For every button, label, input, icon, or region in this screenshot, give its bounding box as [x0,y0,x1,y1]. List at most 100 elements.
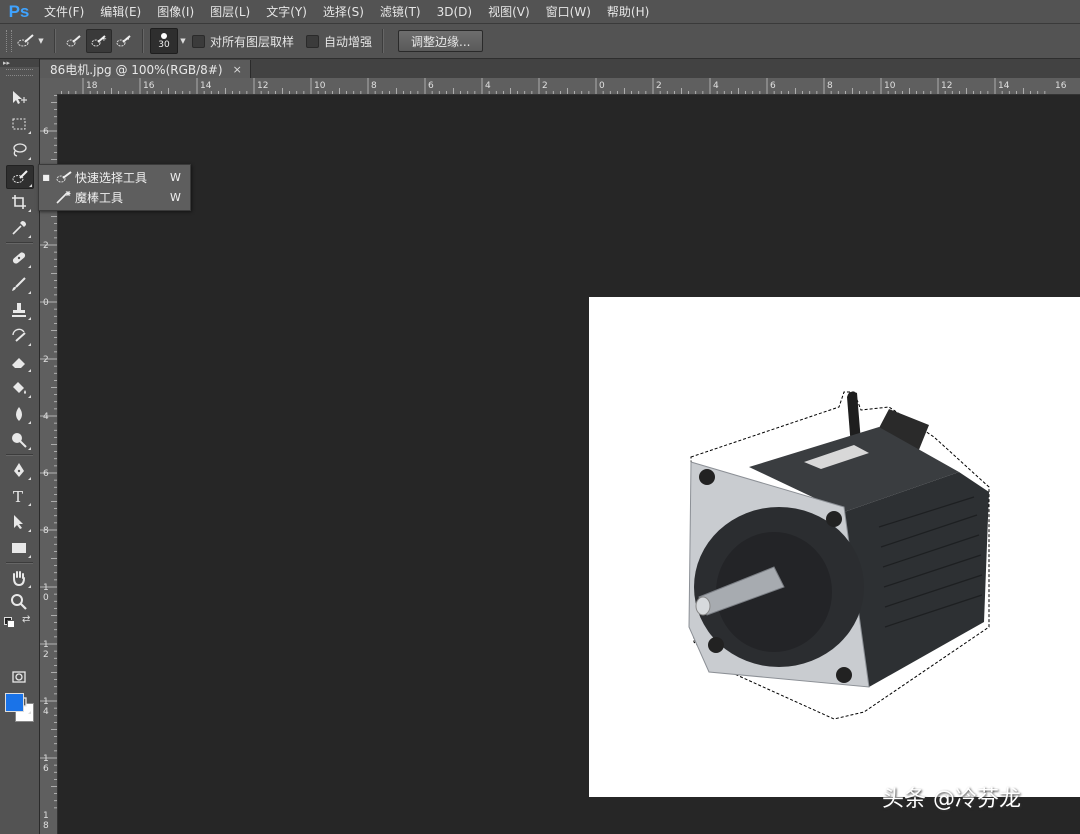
brush-picker-arrow-icon[interactable]: ▼ [178,29,188,53]
horizontal-ruler-ticks: 18 16 14 12 10 8 6 4 2 0 2 4 6 8 10 12 14 16 [61,78,1067,94]
zoom-tool[interactable] [6,591,32,613]
tools-grip[interactable] [6,69,33,76]
ruler-left-label: 0 [43,593,49,603]
ruler-top-label: 6 [770,81,776,91]
ruler-left-label: 1 [43,640,49,650]
paint-bucket-tool[interactable] [6,377,32,399]
quick-selection-tool[interactable] [6,165,34,189]
menu-type[interactable]: 文字(Y) [258,3,315,20]
flyout-label: 快速选择工具 [75,170,148,185]
ruler-top-label: 10 [314,81,326,91]
flyout-shortcut: W [170,190,181,204]
panel-collapse-icon[interactable]: ▸▸ [0,59,39,67]
divider [54,29,56,53]
brush-new-icon [66,35,81,47]
ruler-top-label: 8 [827,81,833,91]
auto-enhance-checkbox[interactable] [306,34,320,48]
ruler-top-label: 10 [884,81,896,91]
magic-wand-icon [56,191,71,204]
menu-window[interactable]: 窗口(W) [538,3,599,20]
zoom-icon [11,594,27,610]
menu-edit[interactable]: 编辑(E) [92,3,149,20]
menu-file[interactable]: 文件(F) [36,3,92,20]
ruler-left-label: 4 [43,412,49,422]
ruler-top-label: 2 [656,81,662,91]
menu-view[interactable]: 视图(V) [480,3,538,20]
options-bar: ▼ + 30 ▼ 对所有图层取样 自动增强 调整边缘... [0,24,1080,59]
quick-selection-icon [17,34,34,47]
blur-tool[interactable] [6,403,32,425]
ruler-left-label: 1 [43,583,49,593]
dodge-icon [12,433,27,448]
arrow-select-icon [14,515,23,529]
divider [142,29,144,53]
menu-image[interactable]: 图像(I) [149,3,202,20]
clone-stamp-tool[interactable] [6,299,32,321]
move-tool[interactable] [6,87,32,109]
ruler-left-label: 1 [43,697,49,707]
eraser-icon [12,358,25,368]
stepper-motor-image [688,391,990,720]
menu-layer[interactable]: 图层(L) [202,3,258,20]
tool-preset-picker[interactable]: ▼ [12,30,48,52]
swap-colors-icon[interactable]: ⇄ [22,614,30,625]
default-colors-icon[interactable] [4,617,15,628]
crop-tool[interactable] [6,191,32,213]
sample-all-layers-checkbox[interactable] [192,34,205,48]
menu-3d[interactable]: 3D(D) [429,5,480,19]
brush-subtract-icon [116,35,131,47]
foreground-color-swatch[interactable] [5,693,24,712]
eyedropper-icon [12,221,26,235]
ruler-left-label: 2 [43,241,49,251]
menu-select[interactable]: 选择(S) [315,3,372,20]
svg-text:+: + [101,35,107,43]
document-tab[interactable]: 86电机.jpg @ 100%(RGB/8#) × [40,60,251,78]
type-icon: T [13,488,23,505]
hand-icon [13,571,25,587]
flyout-item-quick-selection[interactable]: ■ 快速选择工具 W [39,167,190,187]
history-brush-tool[interactable] [6,325,32,347]
document-canvas[interactable] [589,297,1080,797]
quick-mask-button[interactable] [6,666,32,688]
dodge-tool[interactable] [6,429,32,451]
brush-icon [12,277,26,291]
ruler-left-label: 8 [43,526,49,536]
lasso-tool[interactable] [6,139,32,161]
sample-all-layers-label: 对所有图层取样 [210,34,295,49]
marquee-tool[interactable] [6,113,32,135]
horizontal-ruler[interactable]: 18 16 14 12 10 8 6 4 2 0 2 4 6 8 10 12 14 16 [57,78,1080,95]
healing-brush-tool[interactable] [6,247,32,269]
add-to-selection-button[interactable]: + [86,29,112,53]
eyedropper-tool[interactable] [6,217,32,239]
refine-edge-button[interactable]: 调整边缘... [398,30,484,52]
brush-add-icon: + [91,35,107,47]
brush-tool[interactable] [6,273,32,295]
paint-bucket-icon [13,382,26,394]
chevron-down-icon: ▼ [38,37,44,45]
close-icon[interactable]: × [233,63,242,76]
crop-icon [12,195,26,209]
subtract-from-selection-button[interactable] [112,30,136,52]
flyout-item-magic-wand[interactable]: 魔棒工具 W [39,187,190,207]
flyout-shortcut: W [170,170,181,184]
menu-help[interactable]: 帮助(H) [599,3,657,20]
rectangle-tool[interactable] [6,537,32,559]
new-selection-button[interactable] [62,30,86,52]
auto-enhance-label: 自动增强 [324,34,373,49]
photoshop-logo: Ps [8,1,30,21]
eraser-tool[interactable] [6,351,32,373]
brush-size-picker[interactable]: 30 [150,28,178,54]
hand-tool[interactable] [6,567,32,589]
watermark-text: 头条 @冷芬龙 [882,787,1021,812]
menu-filter[interactable]: 滤镜(T) [372,3,429,20]
quick-mask-icon [12,671,26,683]
ruler-left-label: 0 [43,298,49,308]
path-selection-tool[interactable] [6,511,32,533]
ruler-top-label: 18 [86,81,98,91]
ruler-left-label: 1 [43,811,49,821]
flyout-label: 魔棒工具 [75,190,124,205]
type-tool[interactable]: T [6,485,32,507]
pen-tool[interactable] [6,459,32,481]
drop-icon [16,407,22,421]
ruler-origin[interactable] [40,78,58,95]
